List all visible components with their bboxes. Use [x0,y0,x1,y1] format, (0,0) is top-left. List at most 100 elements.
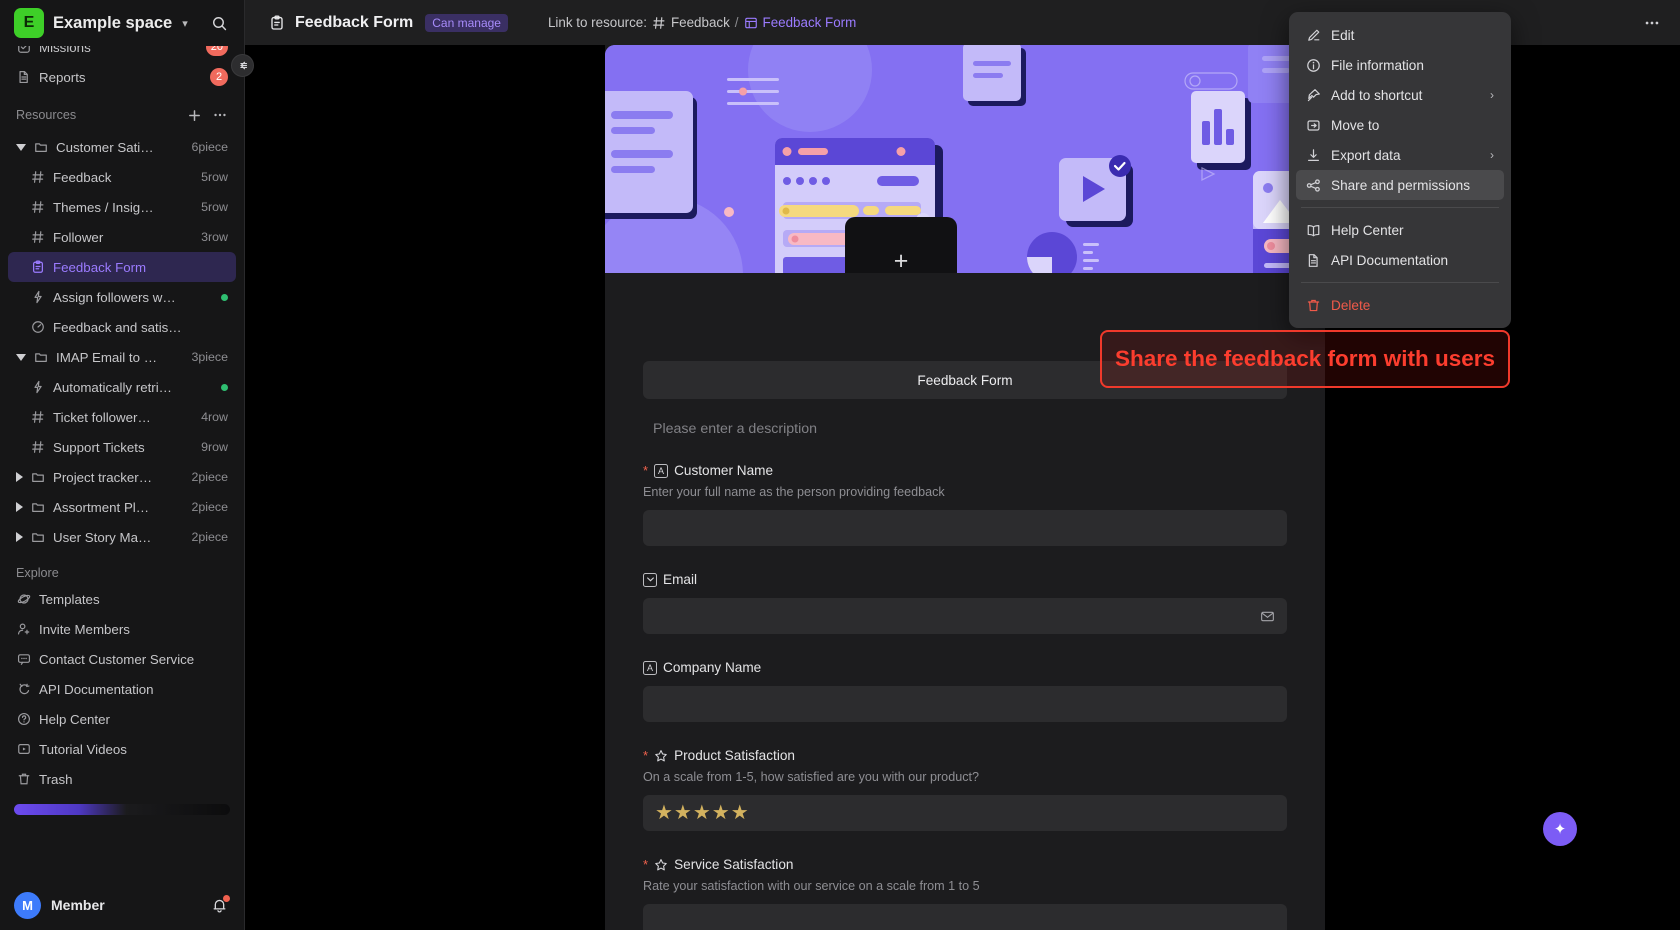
sidebar-item-label: Trash [39,771,73,787]
field-hint: On a scale from 1-5, how satisfied are y… [643,770,979,784]
form-preview-panel: + Add Logo Feedback Form Please enter a … [605,45,1325,930]
sidebar-item-label: Follower [53,229,104,245]
chevron-right-icon [16,532,23,542]
space-header[interactable]: E Example space ▾ [0,0,244,46]
menu-item-move-to[interactable]: Move to [1296,110,1504,140]
add-logo-button[interactable]: + Add Logo [845,217,957,273]
sidebar-item-help-center[interactable]: Help Center [8,704,236,734]
field-label: Email [663,572,697,587]
menu-item-api-documentation[interactable]: API Documentation [1296,245,1504,275]
add-resource-button[interactable] [187,108,202,123]
menu-item-file-information[interactable]: File information [1296,50,1504,80]
sidebar-item-feedback-and-satisfaction[interactable]: Feedback and satis… [8,312,236,342]
sidebar-item-label: Invite Members [39,621,130,637]
sidebar-item-missions[interactable]: Missions 20 [8,46,236,62]
member-footer[interactable]: M Member [0,880,244,930]
ai-assistant-button[interactable]: ✦ [1543,812,1577,846]
field-label: Customer Name [674,463,774,478]
sidebar-group-label: User Story Ma… [53,529,152,545]
menu-item-help-center[interactable]: Help Center [1296,215,1504,245]
linked-view-link[interactable]: Feedback Form [744,15,856,30]
sidebar-group-meta: 2piece [191,470,228,484]
sidebar-group-label: Project tracker… [53,469,153,485]
sidebar-group-meta: 6piece [191,140,228,154]
field-service-satisfaction: * Service Satisfaction Rate your satisfa… [643,857,1287,930]
sidebar-group-user-story-mapping[interactable]: User Story Ma… 2piece [8,522,236,552]
chat-icon [16,651,32,667]
menu-item-add-to-shortcut[interactable]: Add to shortcut › [1296,80,1504,110]
menu-item-label: File information [1331,57,1424,73]
status-dot [221,383,228,391]
hero-banner[interactable]: + Add Logo [605,45,1325,273]
api-icon [16,681,32,697]
service-satisfaction-rating[interactable] [643,904,1287,930]
status-dot [221,293,228,301]
bell-icon[interactable] [208,894,230,916]
field-label: Service Satisfaction [674,857,794,872]
document-icon [1306,253,1321,268]
sidebar-item-templates[interactable]: Templates [8,584,236,614]
form-description-input[interactable]: Please enter a description [653,421,1287,437]
sidebar-item-reports[interactable]: Reports 2 [8,62,236,92]
sidebar-group-assortment-planning[interactable]: Assortment Pl… 2piece [8,492,236,522]
sidebar-item-invite-members[interactable]: Invite Members [8,614,236,644]
sidebar-item-contact-customer-service[interactable]: Contact Customer Service [8,644,236,674]
sidebar-item-support-tickets[interactable]: Support Tickets 9row [8,432,236,462]
field-label-row: * Service Satisfaction [643,857,1287,872]
search-icon[interactable] [206,10,232,36]
company-name-input[interactable] [643,686,1287,722]
menu-item-export-data[interactable]: Export data › [1296,140,1504,170]
space-name: Example space [53,13,173,32]
sidebar-group-imap-email[interactable]: IMAP Email to … 3piece [8,342,236,372]
sidebar-item-trash[interactable]: Trash [8,764,236,794]
sidebar-item-label: Tutorial Videos [39,741,127,757]
video-icon [16,741,32,757]
sidebar-item-assign-followers[interactable]: Assign followers w… [8,282,236,312]
sidebar-item-automatically-retrieve[interactable]: Automatically retri… [8,372,236,402]
table-icon [30,439,46,455]
sidebar-item-meta: 4row [201,410,228,424]
menu-item-edit[interactable]: Edit [1296,20,1504,50]
sidebar-group-project-tracker[interactable]: Project tracker… 2piece [8,462,236,492]
planet-icon [16,591,32,607]
pencil-icon [1306,28,1321,43]
sidebar-collapse-button[interactable] [231,54,254,77]
field-label-row: Email [643,572,1287,587]
sidebar-item-tutorial-videos[interactable]: Tutorial Videos [8,734,236,764]
email-input[interactable] [643,598,1287,634]
breadcrumb-separator: / [734,15,739,30]
sidebar-item-follower[interactable]: Follower 3row [8,222,236,252]
ellipsis-icon[interactable] [1638,9,1666,37]
product-satisfaction-rating[interactable]: ★★★★★ [643,795,1287,831]
resources-more-button[interactable] [212,107,228,123]
linked-resource-name[interactable]: Feedback [671,15,730,30]
form-icon [30,259,46,275]
customer-name-input[interactable] [643,510,1287,546]
field-label-row: A Company Name [643,660,1287,675]
sidebar-item-ticket-follower[interactable]: Ticket follower… 4row [8,402,236,432]
folder-icon [30,499,46,515]
chevron-right-icon [16,472,23,482]
sidebar-item-label: Feedback Form [53,259,147,275]
sidebar-item-feedback[interactable]: Feedback 5row [8,162,236,192]
required-asterisk: * [643,748,649,763]
sidebar-group-customer-satisfaction[interactable]: Customer Sati… 6piece [8,132,236,162]
sidebar-item-meta: 3row [201,230,228,244]
sidebar-item-feedback-form[interactable]: Feedback Form [8,252,236,282]
document-icon [16,69,32,85]
app-root: E Example space ▾ Missions 20 Reports 2 … [0,0,1680,930]
field-label: Product Satisfaction [674,748,795,763]
field-email: Email [643,572,1287,634]
trash-icon [16,771,32,787]
sidebar-item-label: Feedback and satis… [53,319,182,335]
sidebar-item-meta: 9row [201,440,228,454]
sidebar-item-themes-insights[interactable]: Themes / Insig… 5row [8,192,236,222]
sidebar-item-api-documentation[interactable]: API Documentation [8,674,236,704]
field-customer-name: * A Customer Name Enter your full name a… [643,463,1287,546]
book-icon [1306,223,1321,238]
sidebar-item-label: Support Tickets [53,439,145,455]
menu-item-share-and-permissions[interactable]: Share and permissions [1296,170,1504,200]
star-rating[interactable]: ★★★★★ [655,803,750,823]
sidebar-item-label: Help Center [39,711,110,727]
menu-item-delete[interactable]: Delete [1296,290,1504,320]
